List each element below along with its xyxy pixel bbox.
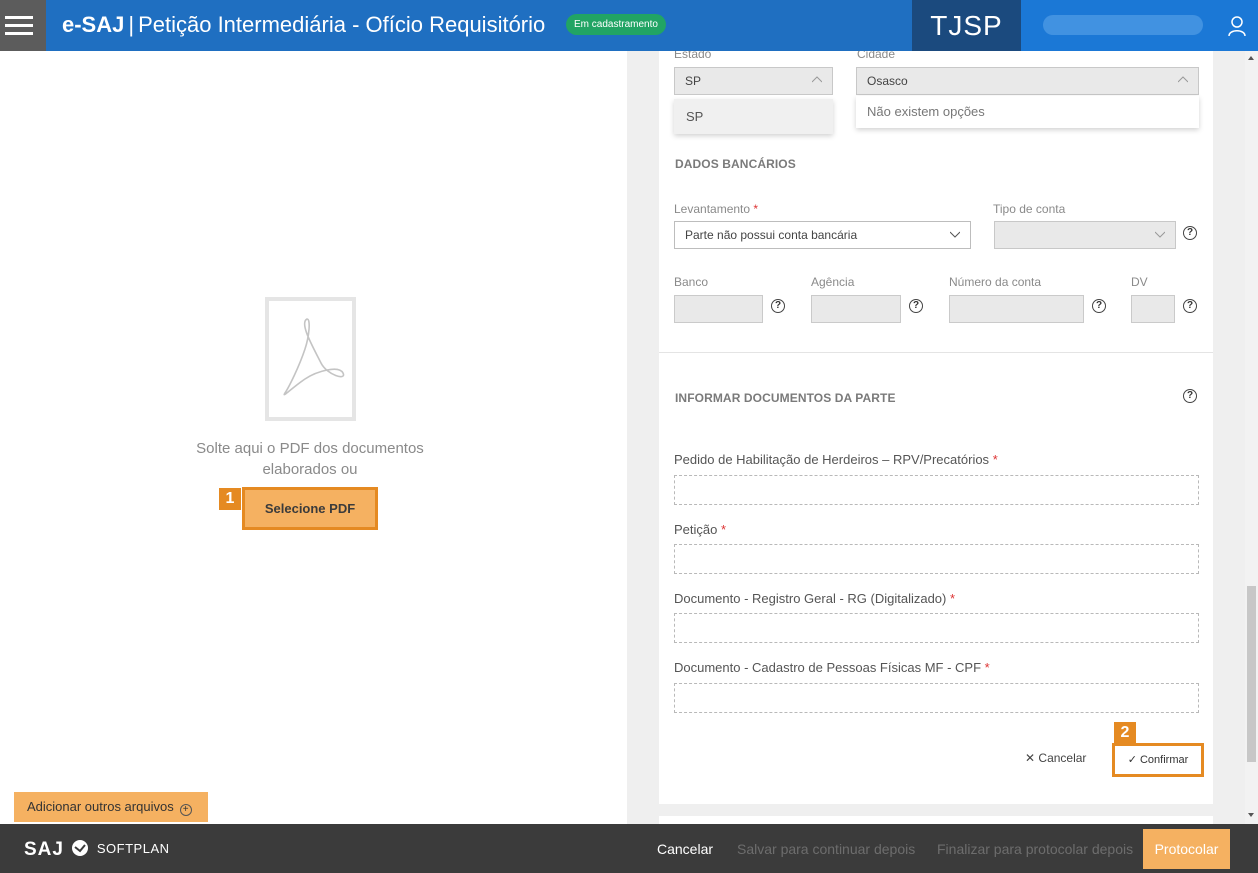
cancel-button[interactable]: ✕ Cancelar	[1025, 751, 1086, 765]
dv-input[interactable]	[1131, 295, 1175, 323]
tipo-conta-select[interactable]	[994, 221, 1176, 249]
select-pdf-button[interactable]: Selecione PDF	[242, 487, 378, 530]
doc4-label-text: Documento - Cadastro de Pessoas Físicas …	[674, 660, 982, 675]
logo-softplan: SOFTPLAN	[96, 841, 170, 856]
agencia-input[interactable]	[811, 295, 901, 323]
doc3-upload-slot[interactable]	[674, 613, 1199, 643]
dv-label: DV	[1131, 275, 1148, 289]
banco-input[interactable]	[674, 295, 763, 323]
drop-text-line1: Solte aqui o PDF dos documentos	[196, 440, 424, 457]
help-icon[interactable]: ?	[771, 299, 785, 313]
add-other-files-button[interactable]: Adicionar outros arquivos +	[14, 792, 208, 822]
banco-label: Banco	[674, 275, 709, 289]
doc2-label: Petição *	[674, 522, 726, 537]
hamburger-icon[interactable]	[0, 0, 46, 51]
finalize-later-button[interactable]: Finalizar para protocolar depois	[937, 841, 1133, 857]
estado-select[interactable]: SP	[674, 67, 833, 95]
saj-softplan-logo: SAJ SOFTPLAN	[24, 839, 170, 860]
estado-option-sp[interactable]: SP	[674, 99, 833, 134]
cidade-label: Cidade	[857, 51, 896, 61]
brand-name: e-SAJ	[62, 12, 125, 37]
help-icon[interactable]: ?	[1183, 299, 1197, 313]
doc4-upload-slot[interactable]	[674, 683, 1199, 713]
section-divider	[659, 352, 1213, 353]
required-mark: *	[992, 452, 998, 467]
check-icon: ✓	[1127, 754, 1137, 766]
chevron-down-icon	[1155, 231, 1165, 238]
numero-conta-label: Número da conta	[949, 275, 1042, 289]
confirm-button[interactable]: ✓ Confirmar	[1112, 743, 1204, 777]
party-form-card: Estado Cidade SP Osasco SP Não existem o…	[659, 51, 1213, 804]
title-separator: |	[128, 12, 135, 37]
footer-bar: SAJ SOFTPLAN Cancelar Salvar para contin…	[0, 824, 1258, 873]
doc3-label-text: Documento - Registro Geral - RG (Digital…	[674, 591, 947, 606]
doc1-upload-slot[interactable]	[674, 475, 1199, 505]
levantamento-label: Levantamento *	[674, 202, 758, 216]
status-badge: Em cadastramento	[566, 14, 666, 35]
estado-label: Estado	[674, 51, 712, 61]
form-panel: Estado Cidade SP Osasco SP Não existem o…	[627, 51, 1245, 824]
levantamento-label-text: Levantamento	[674, 202, 751, 216]
doc1-label-text: Pedido de Habilitação de Herdeiros – RPV…	[674, 452, 990, 467]
help-icon[interactable]: ?	[1183, 226, 1197, 240]
help-icon[interactable]: ?	[1183, 389, 1197, 403]
chevron-up-icon	[1178, 76, 1188, 83]
plus-circle-icon: +	[179, 804, 192, 816]
doc3-label: Documento - Registro Geral - RG (Digital…	[674, 591, 955, 606]
help-icon[interactable]: ?	[1092, 299, 1106, 313]
drop-text-line2: elaborados ou	[262, 461, 358, 478]
top-bar: e-SAJ | Petição Intermediária - Ofício Req…	[0, 0, 1258, 51]
close-icon: ✕	[1025, 751, 1036, 765]
agencia-label: Agência	[811, 275, 855, 289]
footer-cancel-button[interactable]: Cancelar	[657, 841, 713, 857]
cidade-value: Osasco	[867, 74, 908, 88]
save-later-button[interactable]: Salvar para continuar depois	[737, 841, 915, 857]
docs-section-title: INFORMAR DOCUMENTOS DA PARTE	[675, 391, 896, 405]
required-mark: *	[753, 202, 759, 216]
cidade-no-options: Não existem opções	[856, 96, 1199, 128]
logo-saj: SAJ	[24, 839, 64, 860]
protocolar-button[interactable]: Protocolar	[1143, 829, 1230, 869]
doc2-label-text: Petição	[674, 522, 718, 537]
next-card	[659, 816, 1213, 824]
page-title: Petição Intermediária - Ofício Requisitó…	[138, 12, 546, 37]
levantamento-value: Parte não possui conta bancária	[685, 228, 858, 242]
user-menu[interactable]	[1021, 0, 1258, 51]
step-marker-1: 1	[219, 488, 241, 510]
user-name-blurred	[1043, 15, 1203, 35]
estado-value: SP	[685, 74, 702, 88]
scroll-thumb[interactable]	[1247, 586, 1256, 762]
cidade-select[interactable]: Osasco	[856, 67, 1199, 95]
scrollbar[interactable]	[1245, 51, 1258, 824]
court-logo: TJSP	[912, 0, 1021, 51]
tipo-conta-label: Tipo de conta	[993, 202, 1066, 216]
scroll-down-icon[interactable]	[1248, 813, 1254, 817]
user-icon[interactable]	[1227, 15, 1247, 37]
add-files-label: Adicionar outros arquivos	[27, 799, 174, 814]
required-mark: *	[950, 591, 956, 606]
numero-conta-input[interactable]	[949, 295, 1084, 323]
required-mark: *	[721, 522, 727, 537]
required-mark: *	[984, 660, 990, 675]
doc1-label: Pedido de Habilitação de Herdeiros – RPV…	[674, 452, 998, 467]
softplan-logo-icon	[72, 840, 89, 856]
step-marker-2: 2	[1114, 722, 1136, 744]
cancel-label: Cancelar	[1038, 751, 1087, 765]
chevron-up-icon	[812, 76, 822, 83]
drop-instructions: Solte aqui o PDF dos documentos elaborad…	[150, 438, 470, 480]
scroll-up-icon[interactable]	[1248, 56, 1254, 60]
confirm-label: Confirmar	[1139, 754, 1189, 766]
pdf-drop-area[interactable]: Solte aqui o PDF dos documentos elaborad…	[0, 51, 627, 824]
levantamento-select[interactable]: Parte não possui conta bancária	[674, 221, 971, 249]
acrobat-pdf-icon	[265, 297, 356, 421]
help-icon[interactable]: ?	[909, 299, 923, 313]
bank-section-title: DADOS BANCÁRIOS	[675, 157, 796, 171]
chevron-down-icon	[950, 231, 960, 238]
doc2-upload-slot[interactable]	[674, 544, 1199, 574]
doc4-label: Documento - Cadastro de Pessoas Físicas …	[674, 660, 990, 675]
app-title: e-SAJ | Petição Intermediária - Ofício Req…	[62, 12, 545, 38]
